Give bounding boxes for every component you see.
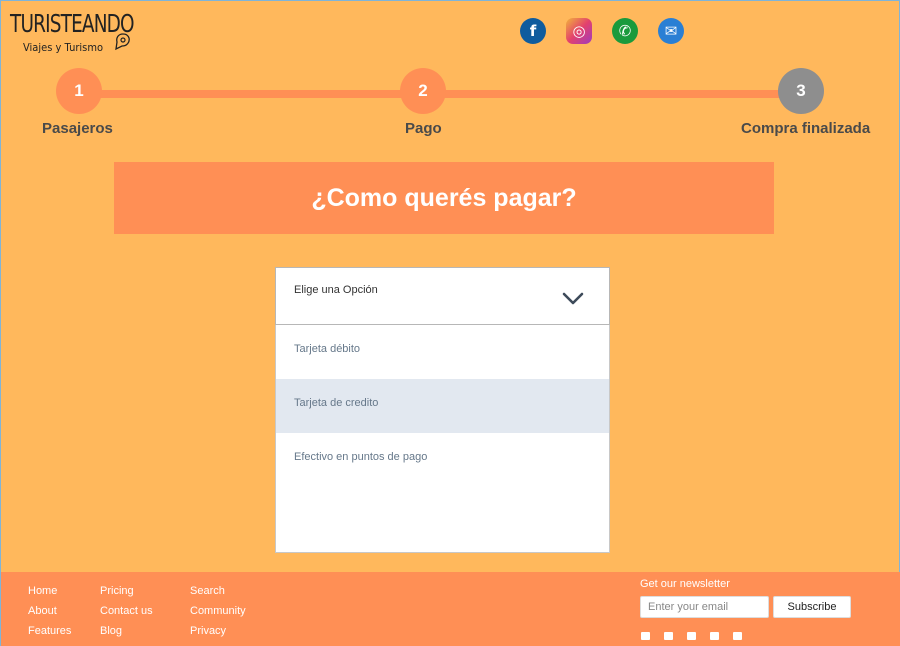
footer-link-home[interactable]: Home [28,584,71,599]
snapchat-icon[interactable] [687,632,696,640]
stepper-progress [79,90,423,98]
payment-method-select[interactable]: Elige una Opción [275,267,610,325]
facebook-icon[interactable] [641,632,650,640]
footer-link-pricing[interactable]: Pricing [100,584,153,599]
youtube-icon[interactable] [733,632,742,640]
step-1-circle: 1 [56,68,102,114]
social-links: f ◎ ✆ ✉ [520,18,684,44]
logo[interactable]: TURISTEANDO Viajes y Turismo [10,10,161,56]
step-2-label: Pago [405,120,442,137]
twitter-icon[interactable] [710,632,719,640]
instagram-icon[interactable] [664,632,673,640]
footer-social-links [641,632,742,640]
footer-link-features[interactable]: Features [28,624,71,639]
subscribe-button[interactable]: Subscribe [773,596,851,618]
instagram-icon[interactable]: ◎ [566,18,592,44]
option-debit-card[interactable]: Tarjeta débito [276,325,609,379]
page-title-banner: ¿Como querés pagar? [114,162,774,234]
footer-links-col-3: Search Community Privacy [190,584,246,639]
chevron-down-icon [562,292,584,305]
step-3-circle: 3 [778,68,824,114]
footer-link-contact[interactable]: Contact us [100,604,153,619]
newsletter-email-input[interactable] [640,596,769,618]
footer-link-search[interactable]: Search [190,584,246,599]
footer: Home About Features Pricing Contact us B… [1,572,900,646]
footer-link-about[interactable]: About [28,604,71,619]
page-title: ¿Como querés pagar? [311,183,577,212]
facebook-icon[interactable]: f [520,18,546,44]
select-placeholder: Elige una Opción [294,284,378,296]
footer-links-col-2: Pricing Contact us Blog [100,584,153,639]
option-cash[interactable]: Efectivo en puntos de pago [276,433,609,487]
step-1-label: Pasajeros [42,120,113,137]
step-2-circle: 2 [400,68,446,114]
footer-link-community[interactable]: Community [190,604,246,619]
footer-link-privacy[interactable]: Privacy [190,624,246,639]
whatsapp-icon[interactable]: ✆ [612,18,638,44]
payment-options-list: Tarjeta débito Tarjeta de credito Efecti… [275,325,610,553]
footer-link-blog[interactable]: Blog [100,624,153,639]
logo-subtitle: Viajes y Turismo [23,41,104,54]
mail-icon[interactable]: ✉ [658,18,684,44]
newsletter-title: Get our newsletter [640,578,730,590]
step-3-label: Compra finalizada [741,120,871,137]
option-credit-card[interactable]: Tarjeta de credito [276,379,609,433]
footer-links-col-1: Home About Features [28,584,71,639]
location-pin-icon [115,33,130,51]
